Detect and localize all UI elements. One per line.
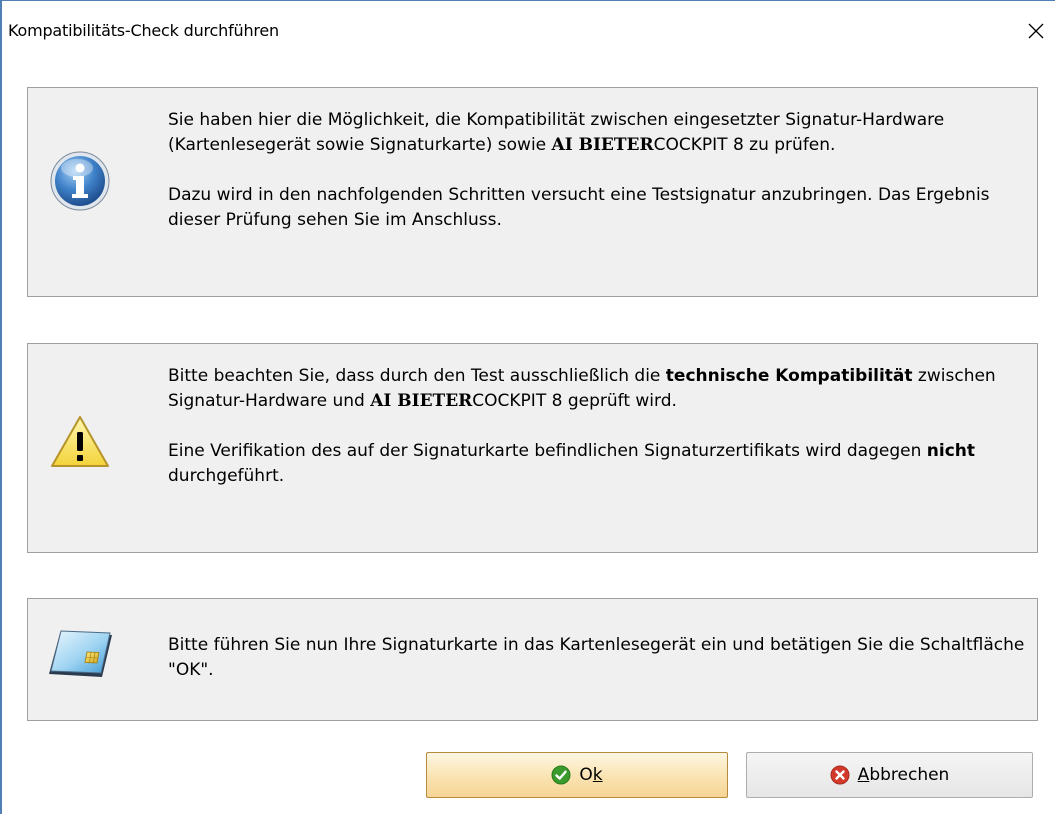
ok-button[interactable]: Ok	[426, 752, 728, 798]
warning-text: Bitte beachten Sie, dass durch den Test …	[168, 364, 1028, 489]
ok-button-label: Ok	[579, 765, 603, 785]
cancel-button-label: Abbrechen	[857, 765, 950, 785]
dialog-title: Kompatibilitäts-Check durchführen	[8, 21, 279, 40]
smartcard-panel: Bitte führen Sie nun Ihre Signaturkarte …	[27, 598, 1038, 721]
smartcard-icon	[46, 627, 116, 689]
cancel-icon	[830, 765, 850, 785]
warning-paragraph-1: Bitte beachten Sie, dass durch den Test …	[168, 366, 996, 411]
close-icon	[1028, 23, 1044, 39]
check-icon	[551, 765, 571, 785]
cancel-button[interactable]: Abbrechen	[746, 752, 1033, 798]
window-border-left	[0, 0, 2, 814]
close-button[interactable]	[1016, 13, 1055, 49]
info-panel: Sie haben hier die Möglichkeit, die Komp…	[27, 87, 1038, 297]
warning-panel: Bitte beachten Sie, dass durch den Test …	[27, 343, 1038, 553]
info-icon	[49, 150, 111, 216]
title-bar: Kompatibilitäts-Check durchführen	[2, 1, 1055, 61]
info-paragraph-1: Sie haben hier die Möglichkeit, die Komp…	[168, 110, 945, 155]
warning-paragraph-2: Eine Verifikation des auf der Signaturka…	[168, 441, 976, 486]
smartcard-text: Bitte führen Sie nun Ihre Signaturkarte …	[168, 635, 1025, 680]
warning-icon	[49, 414, 111, 474]
info-text: Sie haben hier die Möglichkeit, die Komp…	[168, 108, 1028, 233]
info-paragraph-2: Dazu wird in den nachfolgenden Schritten…	[168, 185, 990, 230]
